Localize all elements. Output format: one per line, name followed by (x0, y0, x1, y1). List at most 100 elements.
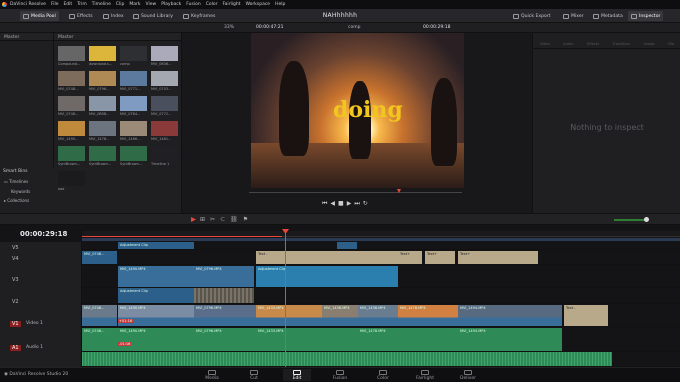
tab-file[interactable]: File (668, 42, 674, 46)
trim-tool-icon[interactable]: ⊞ (200, 216, 210, 223)
menu-edit[interactable]: Edit (63, 2, 72, 7)
loop-icon[interactable]: ↻ (363, 200, 371, 207)
zoom-slider-handle[interactable] (644, 217, 649, 222)
media-clip-thumbnail[interactable] (151, 121, 178, 136)
track-v2[interactable]: V2 (12, 299, 19, 305)
media-clip-thumbnail[interactable] (58, 171, 85, 186)
menu-clip[interactable]: Clip (116, 2, 125, 7)
clip-mvi1490-v3[interactable]: MVI_1490.MP4 (118, 266, 194, 287)
menu-timeline[interactable]: Timeline (92, 2, 111, 7)
clip-texture-v2[interactable] (194, 288, 254, 303)
adjustment-clip-v3[interactable]: Adjustment Clip (256, 266, 398, 287)
clip-mvi1436b-v1[interactable]: MVI_1436.MP4 (358, 305, 398, 326)
smart-bin-collections[interactable]: ▸ Collections (4, 198, 29, 203)
media-clip-thumbnail[interactable] (58, 46, 85, 61)
track-v5[interactable]: V5 (12, 245, 19, 251)
clip-mvi0796-v3[interactable]: MVI_0796.MP4 (194, 266, 254, 287)
scrubber-track[interactable] (249, 192, 462, 193)
zoom-level[interactable]: 33% (224, 25, 234, 30)
page-deliver[interactable]: Deliver (454, 369, 482, 381)
page-fusion[interactable]: Fusion (326, 369, 354, 381)
menu-help[interactable]: Help (275, 2, 285, 7)
text-clip-v4d[interactable]: Text+ (458, 251, 538, 264)
track-v1[interactable]: V1 (10, 321, 21, 327)
media-clip-thumbnail[interactable] (120, 71, 147, 86)
media-clip-thumbnail[interactable] (151, 46, 178, 61)
clip-mvi1494-v1[interactable]: MVI_1494.MP4 (458, 305, 562, 326)
media-clip-thumbnail[interactable] (89, 96, 116, 111)
selection-tool-icon[interactable] (191, 217, 196, 222)
text-clip-v4b[interactable]: Text+ (398, 251, 422, 264)
skip-forward-icon[interactable]: ⏭ (354, 200, 362, 207)
transport-controls[interactable]: ⏮◀■▶⏭↻ (322, 200, 371, 208)
media-clip-thumbnail[interactable] (151, 146, 178, 161)
clip-mvi0748-v1[interactable]: MVI_0748... (82, 305, 117, 326)
link-icon[interactable]: ⛓ (230, 216, 243, 223)
text-clip-v1[interactable]: Text - (564, 305, 608, 326)
menu-app[interactable]: DaVinci Resolve (10, 2, 46, 7)
smart-bin-keywords[interactable]: Keywords (11, 189, 30, 194)
audio-clip-mvi1490[interactable]: MVI_1490.MP4 (118, 328, 194, 351)
audio-clip-mvi0796[interactable]: MVI_0796.MP4 (194, 328, 256, 351)
media-pool-button[interactable]: Media Pool (20, 11, 59, 21)
audio-clip-mvi1433[interactable]: MVI_1433.MP4 (256, 328, 358, 351)
media-clip-thumbnail[interactable] (89, 71, 116, 86)
stop-icon[interactable]: ■ (338, 200, 347, 207)
media-clip-thumbnail[interactable] (58, 96, 85, 111)
media-clip-thumbnail[interactable] (58, 71, 85, 86)
flag-icon[interactable]: ⚑ (243, 216, 253, 223)
adjustment-clip-v5b[interactable] (337, 242, 357, 249)
clip-mvi0796-v1[interactable]: MVI_0796.MP4 (194, 305, 256, 326)
media-clip-thumbnail[interactable] (58, 121, 85, 136)
menu-playback[interactable]: Playback (161, 2, 181, 7)
sound-library-button[interactable]: Sound Library (130, 11, 176, 21)
clip-mvi0748-v4[interactable]: MVI_0748... (82, 251, 117, 264)
overlay-text[interactable]: doing (333, 97, 403, 123)
tab-effects[interactable]: Effects (587, 42, 599, 46)
media-clip-thumbnail[interactable] (58, 146, 85, 161)
tab-audio[interactable]: Audio (563, 42, 573, 46)
clip-mvi1433-v1[interactable]: MVI_1433.MP4 (256, 305, 322, 326)
page-fairlight[interactable]: Fairlight (411, 369, 439, 381)
blade-tool-icon[interactable]: ✂ (210, 216, 220, 223)
audio-clip-mvi1478[interactable]: MVI_1478.MP4 (358, 328, 458, 351)
audio-clip-music[interactable] (82, 352, 612, 366)
smart-bin-timelines[interactable]: ▭ Timelines (4, 179, 28, 184)
media-clip-thumbnail[interactable] (89, 146, 116, 161)
clip-mvi1478-v1[interactable]: MVI_1478.MP4 (398, 305, 458, 326)
menu-fairlight[interactable]: Fairlight (222, 2, 240, 7)
menu-workspace[interactable]: Workspace (245, 2, 270, 7)
keyframes-button[interactable]: Keyframes (180, 11, 218, 21)
timeline-playhead[interactable] (285, 230, 286, 367)
menu-file[interactable]: File (51, 2, 59, 7)
audio-clip-mvi0748[interactable]: MVI_0748... (82, 328, 118, 351)
inspector-button[interactable]: Inspector (628, 11, 664, 21)
page-color[interactable]: Color (369, 369, 397, 381)
adjustment-clip-v5[interactable]: Adjustment Clip (118, 242, 194, 249)
index-button[interactable]: Index (100, 11, 127, 21)
timeline-scroll[interactable] (82, 238, 680, 241)
media-clip-thumbnail[interactable] (89, 46, 116, 61)
menu-trim[interactable]: Trim (77, 2, 87, 7)
timeline-name[interactable]: comp (348, 25, 360, 30)
tab-transition[interactable]: Transition (613, 42, 630, 46)
media-clip-thumbnail[interactable] (120, 146, 147, 161)
track-a1[interactable]: A1 (10, 345, 21, 351)
media-clip-thumbnail[interactable] (120, 121, 147, 136)
menu-fusion[interactable]: Fusion (186, 2, 200, 7)
zoom-slider[interactable] (614, 219, 646, 221)
reverse-icon[interactable]: ◀ (330, 200, 338, 207)
mixer-button[interactable]: Mixer (560, 11, 587, 21)
clip-mvi1436-v1[interactable]: MVI_1436.MP4 (322, 305, 358, 326)
media-clip-thumbnail[interactable] (89, 121, 116, 136)
snapping-icon[interactable]: ⊂ (220, 216, 230, 223)
tab-video[interactable]: Video (540, 42, 550, 46)
track-v4[interactable]: V4 (12, 256, 19, 262)
menu-mark[interactable]: Mark (129, 2, 140, 7)
program-viewer[interactable]: doing (251, 33, 464, 188)
page-media[interactable]: Media (198, 369, 226, 381)
menu-view[interactable]: View (146, 2, 157, 7)
tab-image[interactable]: Image (644, 42, 655, 46)
media-clip-thumbnail[interactable] (151, 71, 178, 86)
media-clip-thumbnail[interactable] (151, 96, 178, 111)
